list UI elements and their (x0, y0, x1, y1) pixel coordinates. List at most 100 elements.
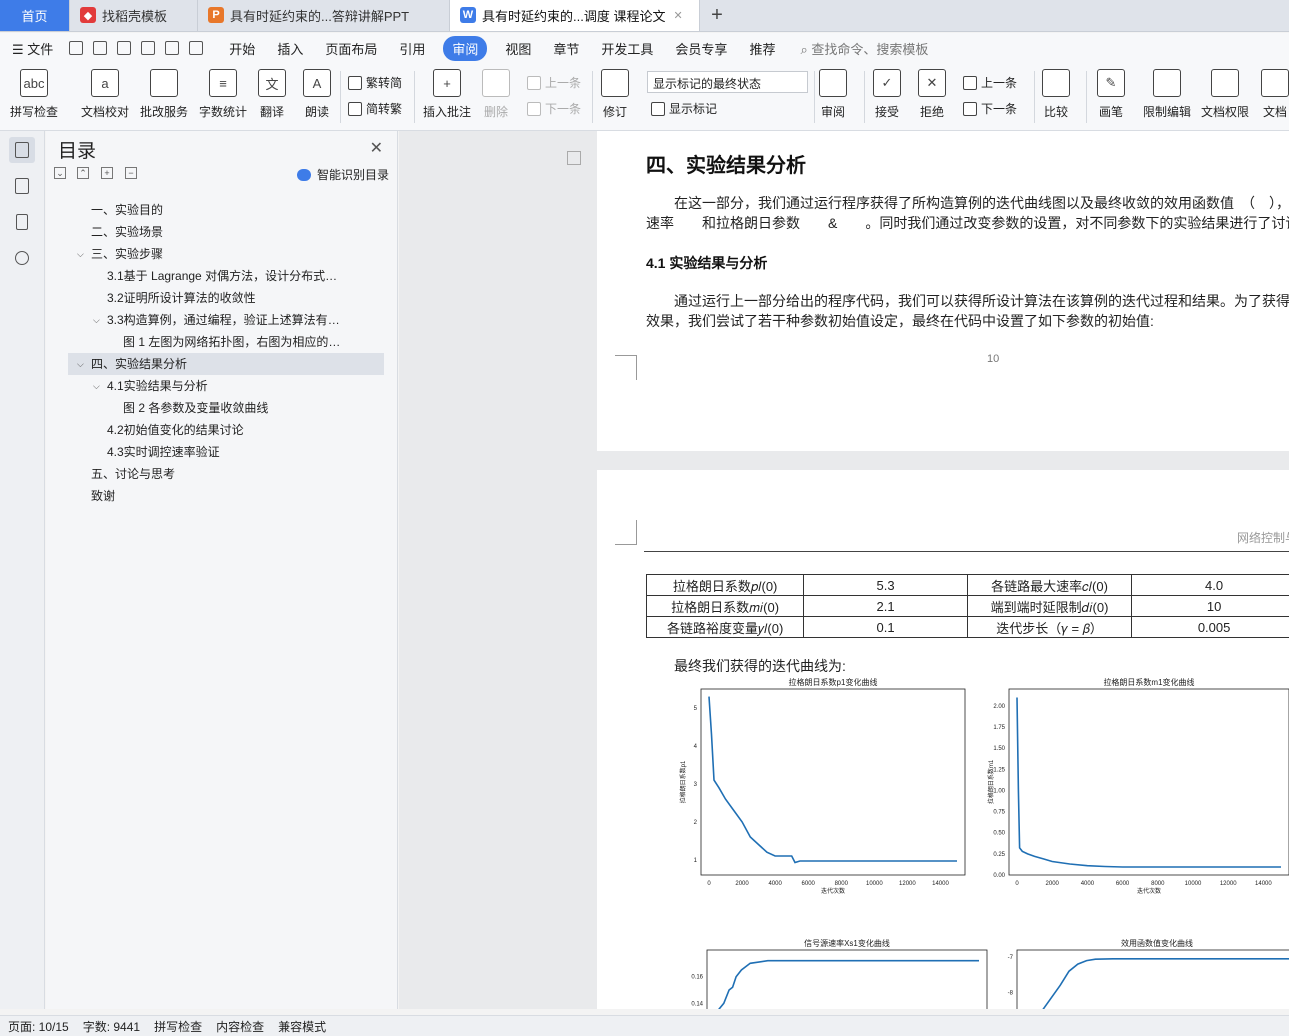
table-cell: 端到端时延限制𝑑𝑖(0) (966, 595, 1133, 617)
menu-4[interactable]: 审阅 (443, 35, 488, 61)
t2s-button[interactable]: 繁转简 (348, 74, 402, 91)
pen-button[interactable]: ✎ 画笔 (1097, 69, 1125, 120)
restrict-edit-button[interactable]: 限制编辑 (1143, 69, 1191, 120)
menu-5[interactable]: 视图 (505, 39, 531, 58)
compare-button[interactable]: 比较 (1042, 69, 1070, 120)
chart-svg: 0 2000 4000 6000 8000 10000 12000 14000 0.00 0.25… (987, 688, 1289, 895)
export-icon[interactable] (93, 41, 108, 55)
smart-toc-button[interactable]: 智能识别目录 (296, 166, 389, 183)
chevron-down-icon[interactable]: ⌵ (93, 375, 100, 397)
word-count[interactable]: 字数: 9441 (83, 1018, 140, 1035)
menu-8[interactable]: 会员专享 (675, 39, 727, 58)
accept-button[interactable]: ✓ 接受 (873, 69, 901, 120)
prev-comment-button[interactable]: 上一条 (527, 74, 581, 91)
mark-state-select[interactable]: 显示标记的最终状态 (647, 71, 808, 93)
toc-item[interactable]: 4.3实时调控速率验证 (46, 441, 398, 463)
y-tick-label: 0.16 (691, 975, 703, 981)
close-icon[interactable]: ✕ (370, 138, 383, 158)
content-check-status[interactable]: 内容检查 (216, 1018, 264, 1035)
toc-item[interactable]: 4.2初始值变化的结果讨论 (46, 419, 398, 441)
add-level-icon[interactable]: + (101, 167, 113, 179)
s2t-button[interactable]: 简转繁 (348, 100, 402, 117)
bookmark-icon[interactable] (9, 209, 35, 235)
file-menu[interactable]: ☰ 文件 (12, 39, 53, 58)
doc-rights-button[interactable]: 文档权限 (1201, 69, 1249, 120)
chapter-icon[interactable] (9, 173, 35, 199)
toc-item[interactable]: 3.2证明所设计算法的收敛性 (46, 287, 398, 309)
comment-icon: + (433, 69, 461, 97)
toc-item[interactable]: 五、讨论与思考 (46, 463, 398, 485)
collapse-all-icon[interactable]: ⌄ (54, 167, 66, 179)
show-mark-button[interactable]: 显示标记 (651, 100, 717, 117)
page-indicator[interactable]: 页面: 10/15 (8, 1018, 69, 1035)
preview-icon[interactable] (141, 41, 156, 55)
menu-6[interactable]: 章节 (553, 39, 579, 58)
save-icon[interactable] (69, 41, 84, 55)
revise-button[interactable]: 修订 (601, 69, 629, 120)
toc-item[interactable]: 一、实验目的 (46, 199, 398, 221)
toc-item[interactable]: ⌵ 4.1实验结果与分析 (46, 375, 398, 397)
t2s-icon (348, 75, 362, 90)
y-axis-label: 拉格朗日系数m1 (987, 759, 995, 804)
outline-icon[interactable] (9, 137, 35, 163)
close-icon[interactable]: ✕ (673, 9, 682, 22)
toc-item[interactable]: 二、实验场景 (46, 221, 398, 243)
tab-word[interactable]: W 具有时延约束的...调度 课程论文 ✕ (450, 0, 700, 31)
remove-level-icon[interactable]: − (125, 167, 137, 179)
toc-item[interactable]: ⌵ 3.3构造算例，通过编程，验证上述算法有效性 (46, 309, 398, 331)
y-tick-label: 1.00 (993, 788, 1005, 794)
word-icon: W (460, 7, 476, 23)
menu-2[interactable]: 页面布局 (325, 39, 377, 58)
doc-more-button[interactable]: 文档 (1260, 69, 1289, 120)
proofread-button[interactable]: a 文档校对 (81, 69, 129, 120)
search-icon[interactable] (9, 245, 35, 271)
expand-up-icon[interactable]: ⌃ (77, 167, 89, 179)
tab-home[interactable]: 首页 (0, 0, 70, 31)
spell-check-button[interactable]: abc 拼写检查 (10, 69, 58, 120)
prev-change-icon (963, 75, 977, 90)
chevron-down-icon[interactable]: ⌵ (77, 353, 84, 375)
read-aloud-button[interactable]: A 朗读 (303, 69, 331, 120)
print-icon[interactable] (117, 41, 132, 55)
toc-item-label: 三、实验步骤 (91, 247, 164, 261)
chevron-down-icon[interactable]: ⌵ (93, 309, 100, 331)
batch-service-button[interactable]: 批改服务 (140, 69, 188, 120)
table-cell: 各链路裕度变量𝑦𝑙(0) (645, 616, 805, 638)
undo-icon[interactable] (165, 41, 180, 55)
next-change-button[interactable]: 下一条 (963, 100, 1017, 117)
document-search-icon (150, 69, 178, 97)
toc-item[interactable]: ⌵ 四、实验结果分析 (68, 353, 384, 375)
chart-svg: 0 2000 4000 6000 8000 10000 12000 14000 1 2 3 4 5 迭代次… (679, 688, 966, 895)
chevron-down-icon[interactable]: ⌵ (77, 243, 84, 265)
toc-item[interactable]: 图 1 左图为网络拓扑图，右图为相应的信息 ... (46, 331, 398, 353)
toc-item[interactable]: ⌵ 三、实验步骤 (46, 243, 398, 265)
running-header: 网络控制与 (1236, 531, 1289, 545)
translate-button[interactable]: 文翻译 (258, 69, 286, 120)
command-search[interactable]: ⌕ 查找命令、搜索模板 (800, 39, 928, 58)
menu-9[interactable]: 推荐 (749, 39, 775, 58)
word-count-button[interactable]: ≡ 字数统计 (199, 69, 247, 120)
spell-check-status[interactable]: 拼写检查 (154, 1018, 202, 1035)
x-tick-label: 8000 (835, 881, 849, 887)
delete-comment-button[interactable]: 删除 (482, 69, 510, 120)
new-tab-button[interactable]: + (700, 0, 734, 31)
y-tick-label: -7 (1008, 955, 1014, 961)
toc-item-label: 一、实验目的 (91, 203, 164, 217)
menu-1[interactable]: 插入 (277, 39, 303, 58)
tab-ppt[interactable]: P 具有时延约束的...答辩讲解PPT (198, 0, 450, 31)
review-button[interactable]: 审阅 (819, 69, 847, 120)
page-options-icon[interactable] (567, 151, 581, 165)
insert-comment-button[interactable]: + 插入批注 (423, 69, 471, 120)
prev-change-button[interactable]: 上一条 (963, 74, 1017, 91)
redo-icon[interactable] (189, 41, 204, 55)
y-tick-label: 1.25 (993, 767, 1005, 773)
toc-item[interactable]: 3.1基于 Lagrange 对偶方法，设计分布式算法 (46, 265, 398, 287)
menu-7[interactable]: 开发工具 (601, 39, 653, 58)
toc-item[interactable]: 致谢 (46, 485, 398, 507)
toc-item[interactable]: 图 2 各参数及变量收敛曲线 (46, 397, 398, 419)
reject-button[interactable]: ✕ 拒绝 (918, 69, 946, 120)
tab-daoke[interactable]: ◆ 找稻壳模板 (70, 0, 198, 31)
next-comment-button[interactable]: 下一条 (527, 100, 581, 117)
menu-0[interactable]: 开始 (229, 39, 255, 58)
menu-3[interactable]: 引用 (399, 39, 425, 58)
